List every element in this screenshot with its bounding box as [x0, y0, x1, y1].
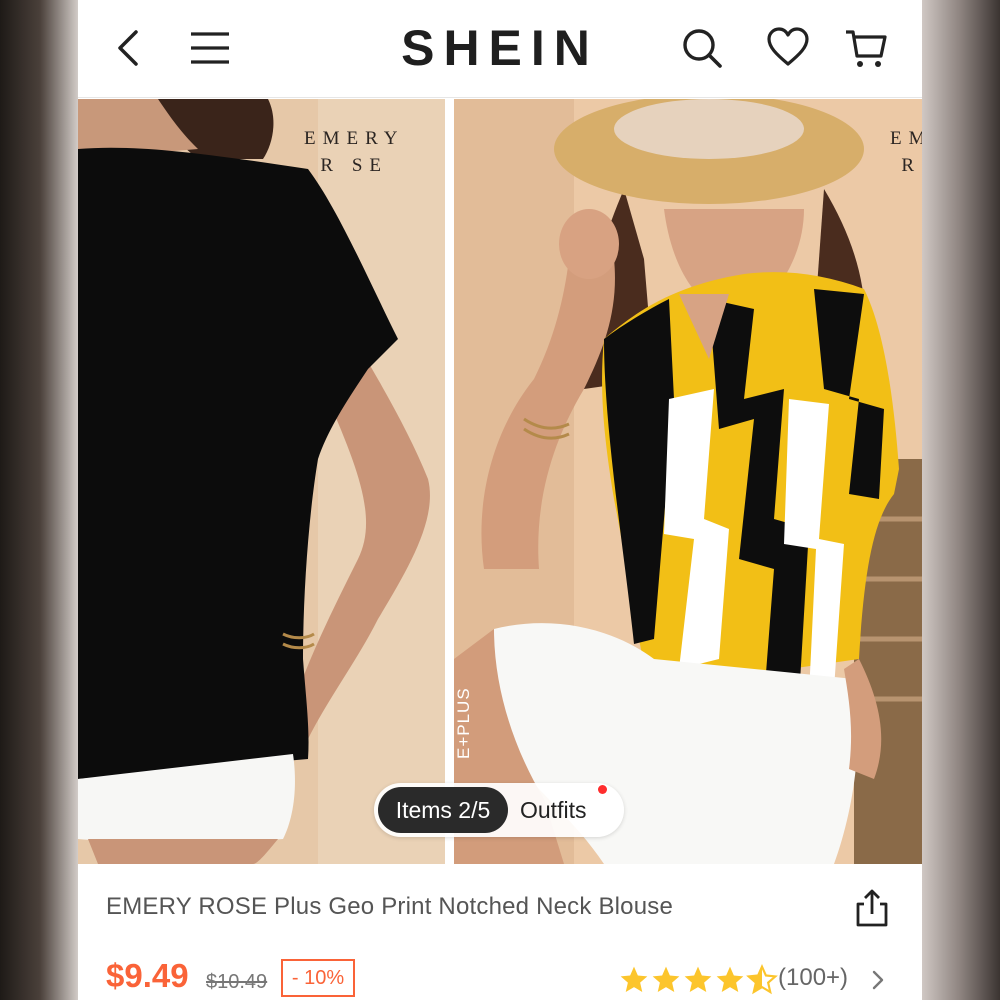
- half-star-icon: [746, 964, 778, 996]
- menu-icon[interactable]: [188, 26, 232, 70]
- gallery-toggle: Items 2/5 Outfits: [374, 783, 624, 837]
- star-icon: [714, 964, 746, 996]
- cart-icon[interactable]: [844, 26, 888, 70]
- side-label: E+PLUS: [454, 687, 473, 759]
- top-nav-bar: SHEIN: [78, 0, 922, 98]
- gallery-divider: [445, 99, 454, 864]
- review-count[interactable]: (100+): [778, 964, 848, 992]
- product-title: EMERY ROSE Plus Geo Print Notched Neck B…: [106, 893, 674, 920]
- product-page: SHEIN EMERY R SE E R E+PLUS Items 2/5 Ou…: [78, 0, 922, 1000]
- notification-dot: [598, 785, 607, 794]
- star-icon: [650, 964, 682, 996]
- share-icon[interactable]: [854, 888, 890, 928]
- brand-watermark-partial: EM R: [890, 128, 922, 176]
- star-icon: [682, 964, 714, 996]
- product-image-gallery[interactable]: EMERY R SE E R E+PLUS Items 2/5 Outfits: [78, 99, 922, 864]
- rating-stars[interactable]: [618, 964, 778, 996]
- heart-icon[interactable]: [766, 26, 810, 70]
- brand-watermark: EMERY R SE: [304, 128, 405, 176]
- sale-price: $9.49: [106, 957, 189, 994]
- discount-badge: - 10%: [281, 959, 355, 997]
- product-photo-front[interactable]: EM R E+PLUS: [454, 99, 922, 864]
- original-price: $10.49: [206, 971, 268, 993]
- search-icon[interactable]: [680, 26, 724, 70]
- star-icon: [618, 964, 650, 996]
- product-photo-back[interactable]: EMERY R SE: [78, 99, 445, 864]
- back-arrow-icon[interactable]: [108, 26, 152, 70]
- outfits-tab[interactable]: Outfits: [520, 787, 586, 833]
- chevron-right-icon[interactable]: [868, 966, 888, 994]
- brand-logo[interactable]: SHEIN: [368, 18, 632, 78]
- items-tab[interactable]: Items 2/5: [378, 787, 508, 833]
